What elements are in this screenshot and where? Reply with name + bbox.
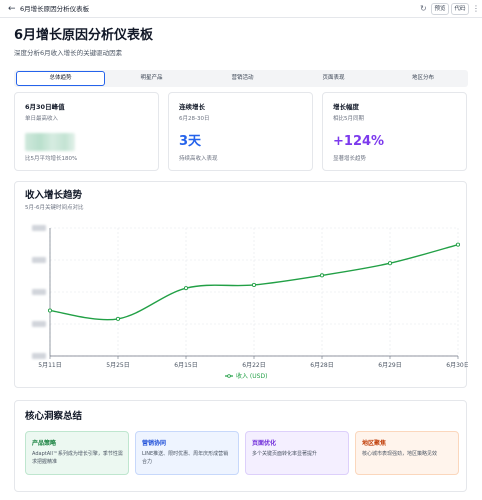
kpi-subtitle: 单日最高收入 <box>25 116 59 122</box>
insights-title: 核心洞察总结 <box>25 411 83 422</box>
x-tick-label: 6月22日 <box>242 362 265 369</box>
legend-label: 收入 (USD) <box>236 372 267 380</box>
insight-heading: 营销协同 <box>142 440 167 447</box>
app-title: 6月增长原因分析仪表板 <box>20 5 90 13</box>
data-point <box>115 316 121 321</box>
data-point <box>387 261 393 266</box>
tab-page-performance[interactable]: 页面表现 <box>289 71 378 86</box>
kpi-card-peak: 6月30日峰值 单日最高收入 比5月平均增长180% <box>14 92 159 171</box>
insights-card: 核心洞察总结 产品策略 AdaptAll™系列成为增长引擎，季节性需求把握精准 … <box>14 400 467 492</box>
insight-body: 多个关键页面转化率显著提升 <box>252 451 318 457</box>
y-tick-label <box>32 225 46 231</box>
kpi-title: 连续增长 <box>179 103 205 111</box>
more-vertical-icon[interactable]: ⋮ <box>472 3 480 15</box>
kpi-note: 比5月平均增长180% <box>25 156 78 162</box>
tab-star-products[interactable]: 明星产品 <box>107 71 196 86</box>
page-title: 6月增长原因分析仪表板 <box>14 28 154 43</box>
x-tick-label: 6月30日 <box>446 362 468 369</box>
y-tick-label <box>32 353 46 359</box>
top-bar: ← 6月增长原因分析仪表板 ↻ 预览 代码 ⋮ <box>0 0 482 18</box>
insight-card-product: 产品策略 AdaptAll™系列成为增长引擎，季节性需求把握精准 <box>25 431 129 475</box>
tab-region[interactable]: 地区分布 <box>380 71 466 86</box>
data-point <box>319 273 325 278</box>
insight-body: LINE推送、限时优惠、周年庆形成营销合力 <box>142 451 229 465</box>
trend-line-chart: 5月11日 5月25日 6月15日 6月22日 6月28日 6月29日 6月30日收入 (U… <box>32 225 468 380</box>
preview-button[interactable]: 预览 <box>431 3 449 15</box>
kpi-card-streak: 连续增长 6月28-30日 3天 持续高收入表现 <box>168 92 313 171</box>
kpi-value: +124% <box>333 134 385 149</box>
refresh-icon[interactable]: ↻ <box>420 3 427 15</box>
page-subtitle: 深度分析6月收入增长的关键驱动因素 <box>14 49 123 57</box>
kpi-value: 3天 <box>179 134 202 149</box>
kpi-card-growth: 增长幅度 相比5月同期 +124% 显著增长趋势 <box>322 92 467 171</box>
insight-body: AdaptAll™系列成为增长引擎，季节性需求把握精准 <box>32 451 123 465</box>
data-point <box>455 242 461 247</box>
insight-body: 核心城市表现强劲，地区策略见效 <box>362 451 438 457</box>
trend-chart-card: 收入增长趋势 5月-6月关键时间点对比 5月11日 5月25日 6月15日 6月22日… <box>14 181 468 388</box>
insight-card-marketing: 营销协同 LINE推送、限时优惠、周年庆形成营销合力 <box>135 431 239 475</box>
insight-heading: 页面优化 <box>252 440 277 447</box>
insight-heading: 地区聚焦 <box>362 440 387 447</box>
insight-card-pages: 页面优化 多个关键页面转化率显著提升 <box>245 431 349 475</box>
kpi-note: 持续高收入表现 <box>179 156 218 162</box>
tab-marketing[interactable]: 营销活动 <box>198 71 287 86</box>
data-point <box>251 282 257 288</box>
kpi-subtitle: 6月28-30日 <box>179 116 210 122</box>
code-button[interactable]: 代码 <box>451 3 469 15</box>
arrow-left-icon[interactable]: ← <box>8 3 16 15</box>
data-point <box>183 286 189 291</box>
legend-marker <box>227 374 231 378</box>
y-tick-label <box>32 289 46 295</box>
x-tick-label: 6月15日 <box>174 362 197 369</box>
kpi-title: 增长幅度 <box>333 103 359 111</box>
tab-bar: 总体趋势 明星产品 营销活动 页面表现 地区分布 <box>14 70 468 87</box>
y-tick-label <box>32 257 46 263</box>
x-tick-label: 5月11日 <box>38 362 61 369</box>
kpi-title: 6月30日峰值 <box>25 103 65 111</box>
insight-heading: 产品策略 <box>32 440 57 447</box>
x-tick-label: 6月29日 <box>378 362 401 369</box>
app-window: ← 6月增长原因分析仪表板 ↻ 预览 代码 ⋮ 6月增长原因分析仪表板 深度分析… <box>0 0 482 500</box>
y-tick-label <box>32 321 46 327</box>
tab-overall-trend[interactable]: 总体趋势 <box>16 71 105 86</box>
x-tick-label: 6月28日 <box>310 362 333 369</box>
blurred-value <box>25 133 75 151</box>
insight-card-region: 地区聚焦 核心城市表现强劲，地区策略见效 <box>355 431 459 475</box>
x-tick-label: 5月25日 <box>106 362 129 369</box>
kpi-subtitle: 相比5月同期 <box>333 116 364 122</box>
data-point <box>47 308 53 313</box>
kpi-note: 显著增长趋势 <box>333 156 367 162</box>
